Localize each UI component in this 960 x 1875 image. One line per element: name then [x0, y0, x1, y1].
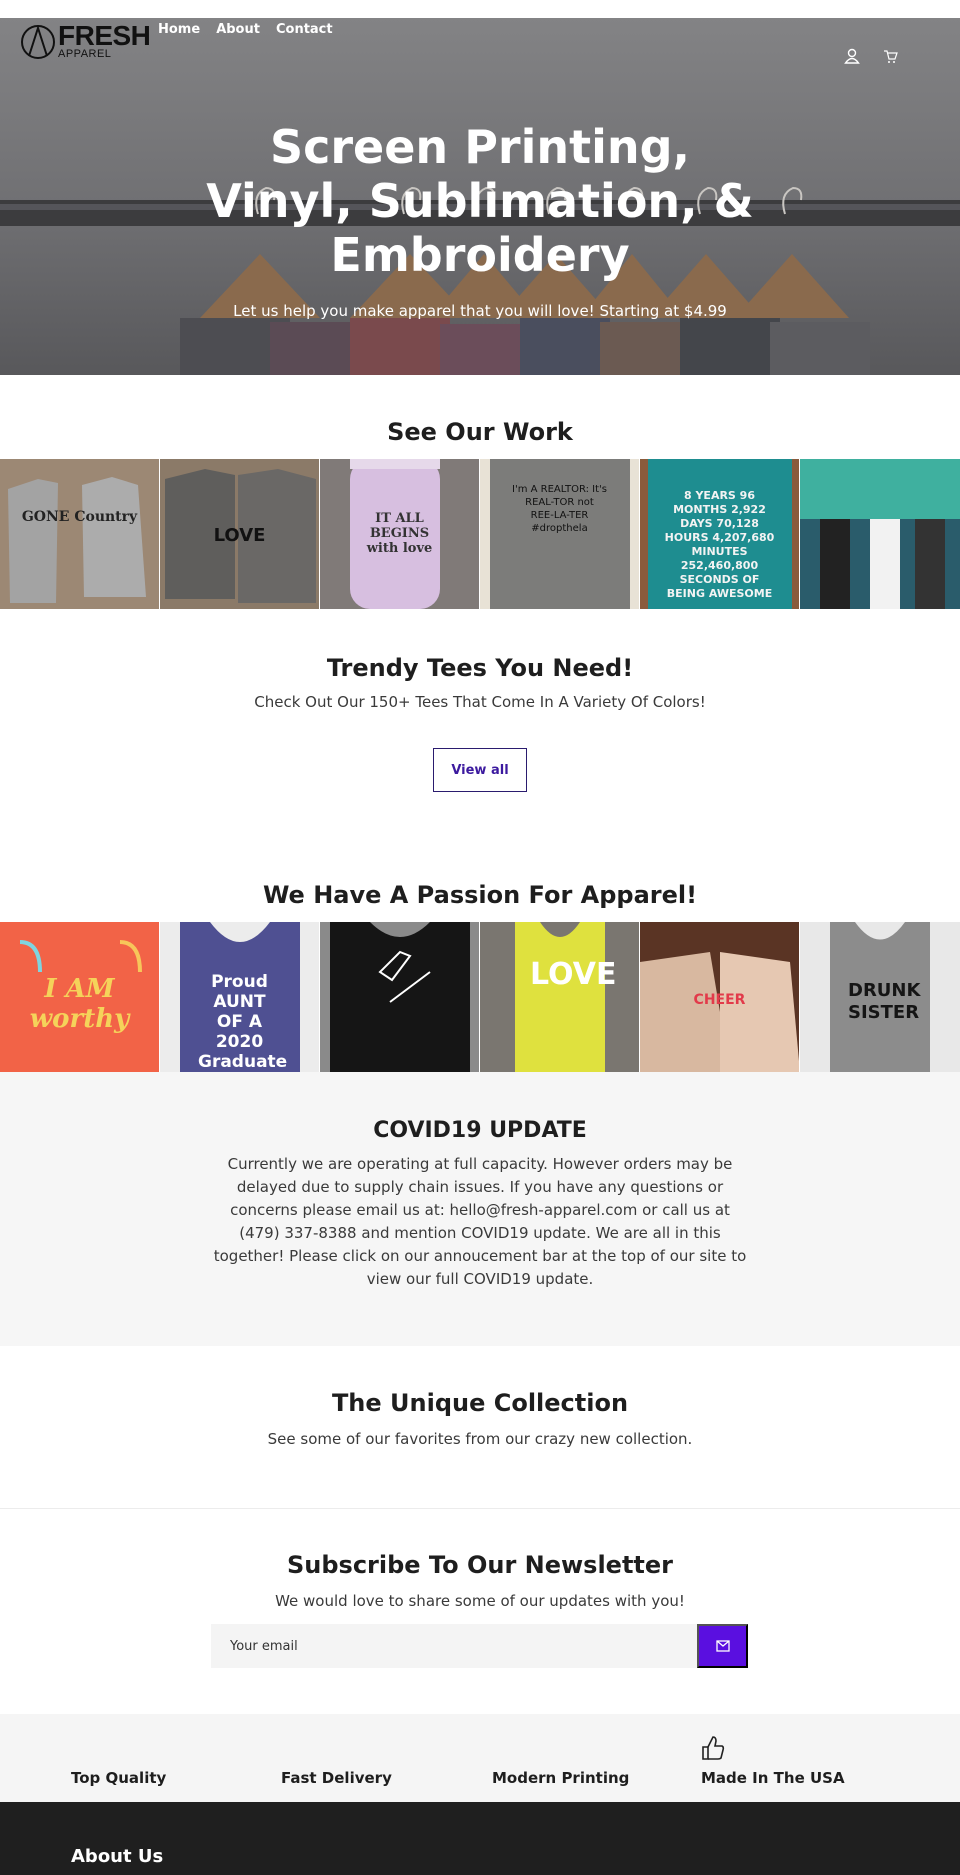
- work-tile-2[interactable]: LOVE: [160, 459, 320, 609]
- hero-title: Screen Printing, Vinyl, Sublimation, & E…: [206, 120, 754, 282]
- passion-tile-2[interactable]: Proud AUNT OF A 2020 Graduate: [160, 922, 320, 1072]
- email-field[interactable]: [211, 1624, 697, 1668]
- feature-top-quality: Top Quality: [71, 1769, 167, 1787]
- hero-subtitle: Let us help you make apparel that you wi…: [233, 302, 727, 320]
- subscribe-button[interactable]: [697, 1624, 748, 1668]
- covid-section: COVID19 UPDATE Currently we are operatin…: [0, 1072, 960, 1346]
- work-tile-5-text: 8 YEARS 96 MONTHS 2,922 DAYS 70,128 HOUR…: [664, 489, 775, 600]
- nav-about[interactable]: About: [216, 22, 260, 37]
- thumbs-up-icon: [701, 1735, 725, 1765]
- work-tile-1-text: GONE Country: [21, 509, 138, 525]
- work-tile-5[interactable]: 8 YEARS 96 MONTHS 2,922 DAYS 70,128 HOUR…: [640, 459, 800, 609]
- work-image-1: [0, 459, 159, 609]
- hero-banner: FRESH APPAREL Home About Contact Screen …: [0, 18, 960, 375]
- section-divider: [0, 1508, 960, 1509]
- site-header: FRESH APPAREL Home About Contact: [0, 18, 960, 68]
- work-tile-4-text: I'm A REALTOR: It's REAL-TOR not REE-LA-…: [512, 484, 607, 534]
- newsletter-form: [211, 1624, 748, 1668]
- covid-text: Currently we are operating at full capac…: [213, 1155, 747, 1288]
- logo-subtext: APPAREL: [58, 48, 112, 60]
- mail-icon: [715, 1640, 730, 1652]
- feature-fast-delivery: Fast Delivery: [281, 1769, 392, 1787]
- passion-tile-5[interactable]: CHEER: [640, 922, 800, 1072]
- passion-title: We Have A Passion For Apparel!: [262, 881, 698, 909]
- trendy-subtitle: Check Out Our 150+ Tees That Come In A V…: [254, 693, 706, 711]
- passion-tile-3[interactable]: [320, 922, 480, 1072]
- covid-title: COVID19 UPDATE: [373, 1118, 587, 1143]
- passion-tile-6[interactable]: DRUNK SISTER: [800, 922, 960, 1072]
- newsletter-title: Subscribe To Our Newsletter: [286, 1551, 674, 1579]
- work-tile-1[interactable]: GONE Country: [0, 459, 160, 609]
- work-image-6: [800, 459, 960, 609]
- work-tile-2-text: LOVE: [213, 525, 266, 546]
- features-bar: Top Quality Fast Delivery Modern Printin…: [0, 1714, 960, 1802]
- view-all-button[interactable]: View all: [433, 748, 527, 792]
- feature-modern-printing: Modern Printing: [492, 1769, 630, 1787]
- work-tile-3-text: IT ALL BEGINS with love: [366, 511, 433, 556]
- passion-tile-1-text: I AM worthy: [29, 974, 130, 1034]
- account-icon[interactable]: [844, 48, 860, 68]
- cart-icon[interactable]: [882, 48, 898, 68]
- footer-about-title: About Us: [71, 1846, 164, 1867]
- passion-gallery: I AM worthy Proud AUNT OF A 2020 Graduat…: [0, 922, 960, 1072]
- passion-tile-6-text: DRUNK SISTER: [848, 980, 921, 1023]
- newsletter-subtitle: We would love to share some of our updat…: [275, 1592, 685, 1610]
- nav-home[interactable]: Home: [158, 22, 200, 37]
- feature-made-in-usa: Made In The USA: [701, 1769, 845, 1787]
- passion-image-3: [320, 922, 479, 1072]
- passion-image-4: [480, 922, 639, 1072]
- passion-tile-4[interactable]: LOVE: [480, 922, 640, 1072]
- main-nav: Home About Contact: [158, 22, 333, 37]
- trendy-title: Trendy Tees You Need!: [326, 654, 634, 682]
- header-icons: [844, 48, 898, 68]
- nav-contact[interactable]: Contact: [276, 22, 333, 37]
- passion-tile-4-text: LOVE: [530, 957, 617, 992]
- work-tile-6[interactable]: [800, 459, 960, 609]
- site-logo[interactable]: FRESH APPAREL: [20, 20, 151, 60]
- work-title: See Our Work: [387, 418, 573, 446]
- collection-subtitle: See some of our favorites from our crazy…: [267, 1430, 693, 1448]
- hero-content: Screen Printing, Vinyl, Sublimation, & E…: [0, 120, 960, 320]
- top-strip: [0, 0, 960, 18]
- passion-tile-1[interactable]: I AM worthy: [0, 922, 160, 1072]
- site-footer: About Us: [0, 1802, 960, 1875]
- collection-title: The Unique Collection: [331, 1389, 629, 1417]
- passion-tile-5-text: CHEER: [693, 992, 746, 1008]
- work-tile-3[interactable]: IT ALL BEGINS with love: [320, 459, 480, 609]
- passion-tile-2-text: Proud AUNT OF A 2020 Graduate: [198, 972, 288, 1072]
- work-gallery: GONE Country LOVE IT ALL BEGINS with lov…: [0, 459, 960, 609]
- logo-mark-icon: [21, 24, 55, 59]
- work-tile-4[interactable]: I'm A REALTOR: It's REAL-TOR not REE-LA-…: [480, 459, 640, 609]
